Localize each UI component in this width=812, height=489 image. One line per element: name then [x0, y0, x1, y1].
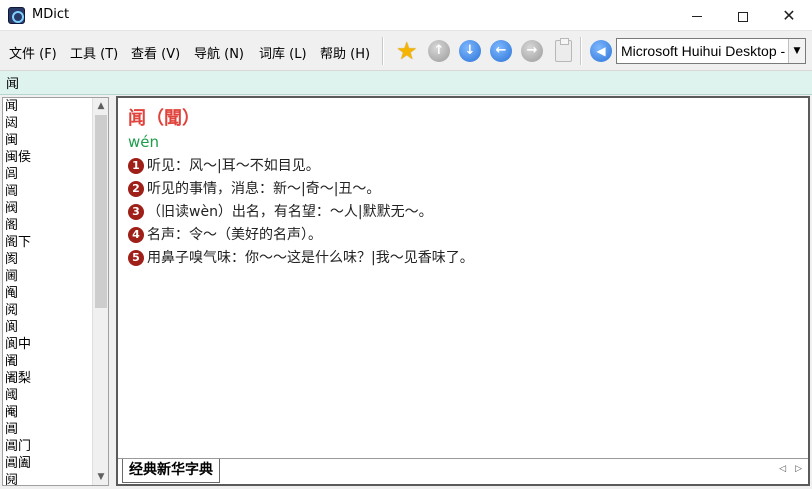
sense-text: 听见：风～|耳～不如目见。: [147, 158, 320, 174]
scroll-down-icon[interactable]: ▼: [93, 469, 108, 485]
menu-help[interactable]: 帮助 (H): [320, 43, 370, 62]
minimize-icon: [692, 16, 702, 17]
maximize-icon: [738, 11, 748, 22]
toolbar-separator: [580, 37, 582, 65]
sense-text: 听见的事情，消息：新～|奇～|丑～。: [147, 181, 381, 197]
menu-file[interactable]: 文件 (F): [9, 43, 57, 62]
voice-select[interactable]: Microsoft Huihui Desktop - Chinese (Simp…: [616, 38, 806, 64]
speaker-icon[interactable]: ◀: [590, 40, 612, 62]
voice-select-value: Microsoft Huihui Desktop - Chinese (Simp…: [621, 43, 787, 59]
sense-line: 1 听见：风～|耳～不如目见。: [128, 155, 798, 178]
sense-text: 用鼻子嗅气味：你～～这是什么味？|我～见香味了。: [147, 250, 474, 266]
scroll-up-icon[interactable]: ▲: [93, 98, 108, 114]
sense-line: 5 用鼻子嗅气味：你～～这是什么味？|我～见香味了。: [128, 247, 798, 270]
sense-number: 2: [128, 181, 144, 197]
close-icon: ✕: [782, 6, 796, 25]
back-icon[interactable]: ←: [490, 40, 512, 62]
search-bar: [0, 71, 812, 95]
dictionary-tab[interactable]: 经典新华字典: [122, 459, 220, 483]
sense-number: 5: [128, 250, 144, 266]
chevron-down-icon[interactable]: ▼: [788, 39, 805, 63]
maximize-button[interactable]: [720, 0, 766, 31]
sense-number: 3: [128, 204, 144, 220]
sense-line: 2 听见的事情，消息：新～|奇～|丑～。: [128, 178, 798, 201]
up-icon[interactable]: ↑: [428, 40, 450, 62]
scrollbar-thumb[interactable]: [95, 115, 107, 308]
sense-text: （旧读wèn）出名，有名望：～人|默默无～。: [147, 204, 433, 220]
search-input[interactable]: [2, 72, 808, 93]
word-list[interactable]: 闻闼闽闽侯闾闿阀阁阁下阂阃阄阅阆阆中阇阇梨阈阉阊阊门 阊阖阋 ▲ ▼: [2, 97, 109, 486]
entry-senses: 1 听见：风～|耳～不如目见。 2 听见的事情，消息：新～|奇～|丑～。 3 （旧读wèn…: [128, 155, 798, 270]
sense-line: 3 （旧读wèn）出名，有名望：～人|默默无～。: [128, 201, 798, 224]
sense-number: 4: [128, 227, 144, 243]
menu-toolbar: 文件 (F) 工具 (T) 查看 (V) 导航 (N) 词库 (L) 帮助 (H…: [0, 31, 812, 71]
star-icon[interactable]: ★: [396, 37, 418, 65]
entry-headword: 闻（聞）: [128, 108, 200, 129]
close-button[interactable]: ✕: [766, 0, 812, 31]
toolbar-separator: [382, 37, 384, 65]
menu-library[interactable]: 词库 (L): [259, 43, 307, 62]
forward-icon[interactable]: →: [521, 40, 543, 62]
definition-pane: 闻（聞） wén 1 听见：风～|耳～不如目见。 2 听见的事情，消息：新～|奇～|丑…: [116, 96, 810, 486]
word-list-scrollbar[interactable]: ▲ ▼: [92, 98, 108, 485]
down-icon[interactable]: ↓: [459, 40, 481, 62]
entry-pinyin: wén: [128, 133, 160, 151]
sense-line: 4 名声：令～（美好的名声）。: [128, 224, 798, 247]
minimize-button[interactable]: [674, 0, 720, 31]
title-bar: MDict ✕: [0, 0, 812, 31]
menu-tools[interactable]: 工具 (T): [70, 43, 118, 62]
menu-navigate[interactable]: 导航 (N): [194, 43, 244, 62]
window-title: MDict: [32, 7, 70, 22]
menu-view[interactable]: 查看 (V): [131, 43, 180, 62]
dictionary-entry: 闻（聞） wén 1 听见：风～|耳～不如目见。 2 听见的事情，消息：新～|奇～|丑…: [128, 106, 798, 270]
sense-text: 名声：令～（美好的名声）。: [147, 227, 322, 243]
tab-next-icon[interactable]: ▷: [795, 464, 802, 474]
mdict-app-icon: [8, 7, 25, 24]
sense-number: 1: [128, 158, 144, 174]
dictionary-tab-bar: 经典新华字典 ◁ ▷: [118, 458, 808, 484]
clipboard-icon[interactable]: [555, 38, 572, 62]
tab-prev-icon[interactable]: ◁: [779, 464, 786, 474]
